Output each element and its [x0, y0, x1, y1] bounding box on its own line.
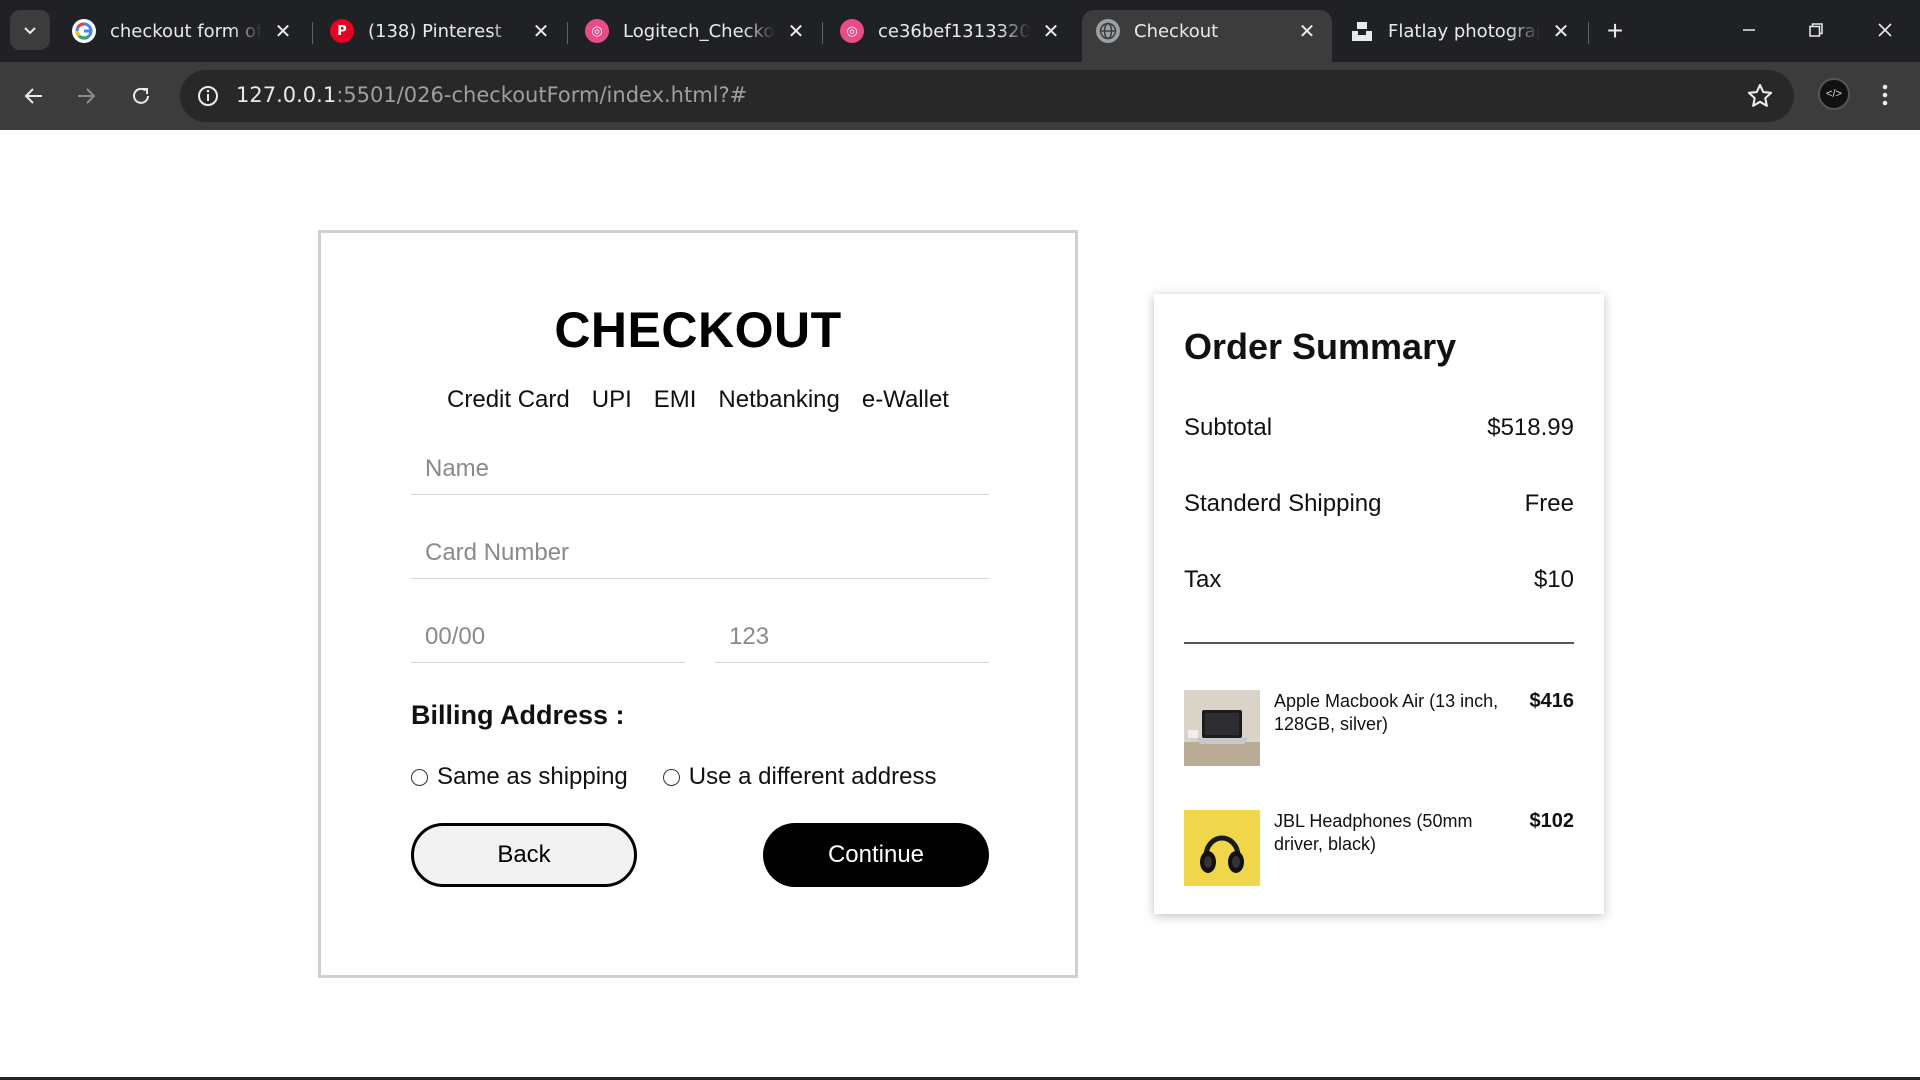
summary-divider	[1184, 642, 1574, 644]
tab-separator	[567, 22, 568, 44]
url-host: 127.0.0.1	[236, 83, 337, 107]
browser-tab[interactable]: ◎ ce36bef131332094 ✕	[826, 10, 1076, 52]
url-path: :5501/026-checkoutForm/index.html?#	[336, 83, 748, 107]
tab-title: checkout form of e	[110, 20, 262, 42]
browser-tab[interactable]: P (138) Pinterest ✕	[316, 10, 566, 52]
new-tab-plus-icon[interactable]: +	[1598, 14, 1632, 48]
order-summary-title: Order Summary	[1184, 326, 1457, 367]
order-item: JBL Headphones (50mm driver, black) $102	[1184, 810, 1574, 886]
continue-button[interactable]: Continue	[763, 823, 989, 887]
browser-toolbar: 127.0.0.1:5501/026-checkoutForm/index.ht…	[0, 62, 1920, 130]
close-tab-icon[interactable]: ✕	[272, 19, 294, 43]
dribbble-icon: ◎	[585, 19, 609, 43]
checkout-title: CHECKOUT	[554, 302, 842, 358]
address-bar[interactable]: 127.0.0.1:5501/026-checkoutForm/index.ht…	[180, 70, 1794, 122]
close-tab-icon[interactable]: ✕	[785, 19, 807, 43]
different-address-radio[interactable]	[662, 768, 680, 786]
extension-code-icon[interactable]: </>	[1818, 78, 1850, 110]
page-viewport: CHECKOUT Credit Card UPI EMI Netbanking …	[0, 130, 1920, 1080]
tab-search-button[interactable]	[10, 10, 50, 50]
more-menu-icon[interactable]	[1870, 80, 1900, 110]
same-as-shipping-label[interactable]: Same as shipping	[437, 763, 628, 791]
browser-tab[interactable]: checkout form of e ✕	[58, 10, 308, 52]
bookmark-star-icon[interactable]	[1746, 82, 1774, 110]
back-arrow-icon[interactable]	[16, 78, 52, 114]
tax-row: Tax $10	[1184, 566, 1574, 594]
back-button[interactable]: Back	[411, 823, 637, 887]
reload-icon[interactable]	[123, 78, 159, 114]
tab-separator	[822, 22, 823, 44]
tab-upi[interactable]: UPI	[592, 386, 632, 414]
expiry-input[interactable]	[411, 611, 685, 663]
summary-row-value: $10	[1533, 566, 1574, 593]
summary-row-label: Subtotal	[1184, 414, 1273, 441]
url-text: 127.0.0.1:5501/026-checkoutForm/index.ht…	[236, 83, 747, 107]
close-window-icon[interactable]	[1862, 8, 1908, 52]
globe-icon	[1096, 19, 1120, 43]
tab-title: ce36bef131332094	[878, 20, 1030, 42]
google-icon	[72, 19, 96, 43]
billing-address-label: Billing Address :	[411, 700, 625, 730]
tab-separator	[1588, 22, 1589, 44]
tab-title: Checkout	[1134, 20, 1219, 42]
minimize-icon[interactable]	[1726, 8, 1772, 52]
item-price: $416	[1529, 690, 1575, 712]
checkout-form-card: CHECKOUT Credit Card UPI EMI Netbanking …	[318, 230, 1078, 978]
shipping-row: Standerd Shipping Free	[1184, 490, 1574, 518]
restore-icon[interactable]	[1793, 8, 1839, 52]
chevron-down-icon	[24, 27, 36, 35]
unsplash-icon	[1350, 19, 1374, 43]
same-as-shipping-radio[interactable]	[411, 768, 428, 786]
item-price: $102	[1529, 810, 1575, 832]
browser-tab-active[interactable]: Checkout ✕	[1082, 10, 1332, 62]
card-number-input[interactable]	[411, 527, 989, 579]
tab-emi[interactable]: EMI	[654, 386, 697, 414]
different-address-label[interactable]: Use a different address	[689, 763, 937, 791]
browser-tab[interactable]: Flatlay photograph ✕	[1336, 10, 1586, 52]
summary-row-value: Free	[1524, 490, 1574, 517]
summary-row-label: Standerd Shipping	[1184, 490, 1382, 517]
order-item: Apple Macbook Air (13 inch, 128GB, silve…	[1184, 690, 1574, 766]
close-tab-icon[interactable]: ✕	[1550, 19, 1572, 43]
tab-title: Flatlay photograph	[1388, 20, 1540, 42]
billing-radio-group: Same as shipping Use a different address	[411, 763, 936, 791]
close-tab-icon[interactable]: ✕	[1296, 19, 1318, 43]
tab-credit-card[interactable]: Credit Card	[447, 386, 570, 414]
tab-e-wallet[interactable]: e-Wallet	[862, 386, 949, 414]
tab-separator	[312, 22, 313, 44]
summary-row-label: Tax	[1184, 566, 1222, 593]
item-name: JBL Headphones (50mm driver, black)	[1274, 811, 1473, 854]
pinterest-icon: P	[330, 19, 354, 43]
dribbble-icon: ◎	[840, 19, 864, 43]
item-name: Apple Macbook Air (13 inch, 128GB, silve…	[1274, 691, 1499, 734]
browser-tab-strip: checkout form of e ✕ P (138) Pinterest ✕…	[0, 0, 1920, 62]
site-info-icon[interactable]	[196, 84, 220, 108]
subtotal-row: Subtotal $518.99	[1184, 414, 1574, 442]
forward-arrow-icon[interactable]	[68, 78, 104, 114]
tab-title: (138) Pinterest	[368, 20, 502, 42]
tab-netbanking[interactable]: Netbanking	[718, 386, 839, 414]
laptop-product-image	[1184, 690, 1260, 766]
close-tab-icon[interactable]: ✕	[530, 19, 552, 43]
name-input[interactable]	[411, 443, 989, 495]
tab-title: Logitech_Checkout	[623, 20, 775, 42]
close-tab-icon[interactable]: ✕	[1040, 19, 1062, 43]
order-summary-card: Order Summary Subtotal $518.99 Standerd …	[1154, 294, 1604, 914]
cvv-input[interactable]	[715, 611, 989, 663]
payment-method-tabs: Credit Card UPI EMI Netbanking e-Wallet	[321, 386, 1075, 414]
headphones-product-image	[1184, 810, 1260, 886]
summary-row-value: $518.99	[1487, 414, 1574, 441]
browser-tab[interactable]: ◎ Logitech_Checkout ✕	[571, 10, 821, 52]
